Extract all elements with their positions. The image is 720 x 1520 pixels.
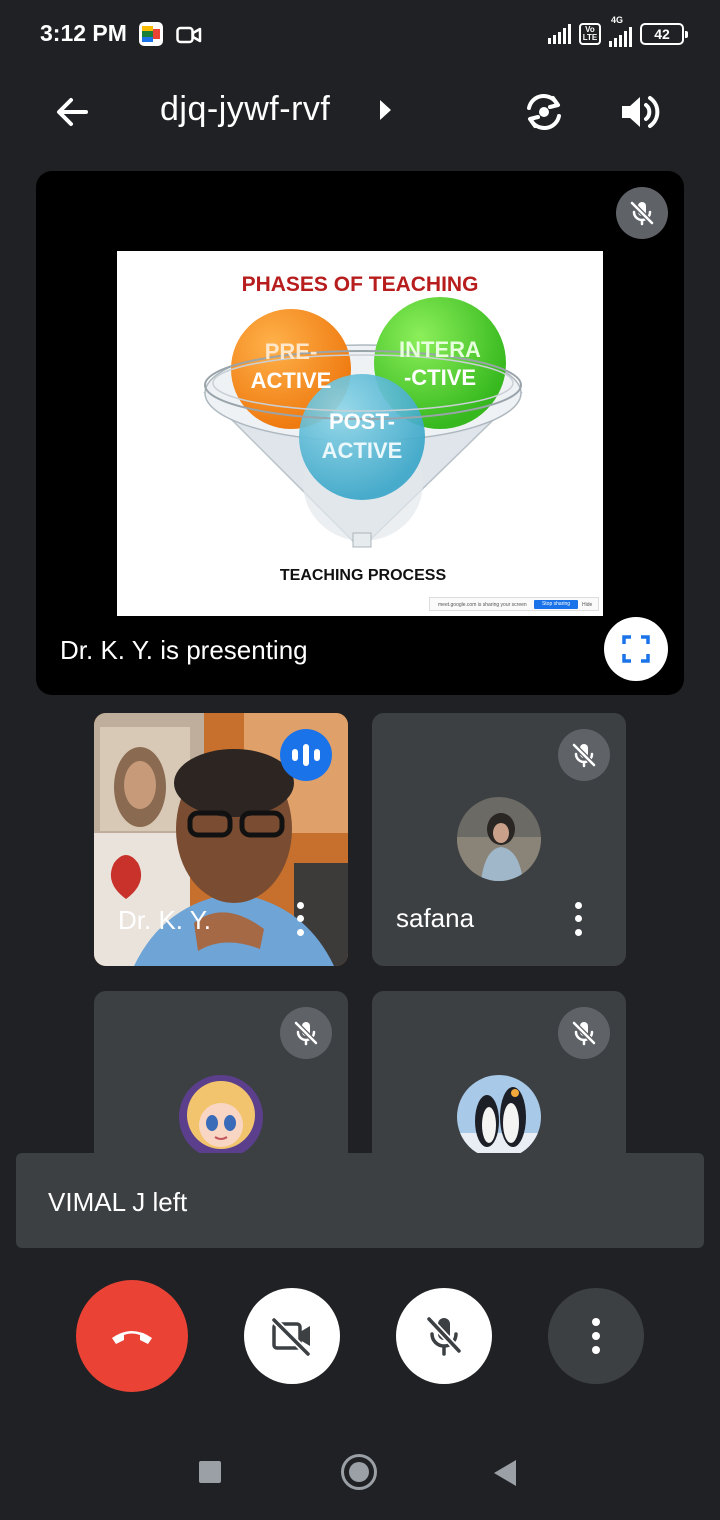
slide-caption: TEACHING PROCESS [279, 567, 447, 584]
avatar [179, 1075, 263, 1159]
participant-tile[interactable]: Dr. K. Y. [94, 713, 348, 966]
participant-muted-badge [280, 1007, 332, 1059]
mic-off-icon [294, 1021, 318, 1046]
notification-toast: VIMAL J left [16, 1153, 704, 1248]
participant-muted-badge [558, 1007, 610, 1059]
switch-camera-icon[interactable] [520, 88, 568, 136]
camera-off-icon [271, 1317, 311, 1356]
participant-menu-button[interactable] [566, 899, 590, 939]
system-back-button[interactable] [494, 1460, 516, 1486]
participant-name: Dr. K. Y. [118, 905, 211, 935]
hide-share-bar-button: Hide [582, 602, 593, 608]
meet-app-icon [139, 22, 163, 46]
hang-up-icon [112, 1331, 152, 1344]
speaker-icon[interactable] [616, 88, 664, 136]
status-time: 3:12 PM [40, 20, 127, 46]
system-nav-bar [0, 1420, 720, 1520]
back-arrow-icon[interactable] [50, 90, 94, 134]
circle-post-label-2: ACTIVE [322, 438, 403, 463]
fullscreen-button[interactable] [604, 617, 668, 681]
share-bar-text: meet.google.com is sharing your screen [438, 602, 527, 608]
participant-name: safana [396, 903, 475, 933]
mic-off-icon [572, 743, 596, 768]
presentation-tile[interactable]: PHASES OF TEACHING PRE- ACTIVE INTERA -C… [36, 171, 684, 695]
participant-tile[interactable]: safana [372, 713, 626, 966]
participant-muted-badge [558, 729, 610, 781]
more-dot [592, 1318, 600, 1326]
signal-4g-icon: 4G [609, 15, 632, 47]
more-options-button[interactable] [548, 1288, 644, 1384]
presenter-muted-badge [616, 187, 668, 239]
mic-off-icon [572, 1021, 596, 1046]
speaking-indicator-icon [280, 729, 332, 781]
mic-toggle-button[interactable] [396, 1288, 492, 1384]
end-call-button[interactable] [76, 1280, 188, 1392]
network-type: 4G [611, 15, 624, 25]
meeting-code[interactable]: djq-jywf-rvf [160, 90, 330, 129]
more-dot [592, 1346, 600, 1354]
mic-off-icon [630, 201, 654, 226]
video-camera-icon [176, 26, 202, 44]
circle-inter-label-1: INTERA [399, 337, 481, 362]
circle-inter-label-2: -CTIVE [404, 365, 476, 390]
shared-slide: PHASES OF TEACHING PRE- ACTIVE INTERA -C… [117, 251, 603, 616]
avatar [457, 797, 541, 881]
home-button[interactable] [341, 1454, 377, 1490]
volte-icon: Vo LTE [579, 23, 601, 45]
circle-post-label-1: POST- [329, 409, 395, 434]
stop-sharing-button: Stop sharing [534, 600, 578, 609]
circle-pre-label-2: ACTIVE [251, 368, 332, 393]
signal-strength-icon [548, 24, 571, 44]
avatar [457, 1075, 541, 1159]
caret-right-icon[interactable] [380, 100, 391, 120]
participant-menu-button[interactable] [288, 899, 312, 939]
circle-pre-label-1: PRE- [265, 339, 318, 364]
camera-toggle-button[interactable] [244, 1288, 340, 1384]
meeting-header: djq-jywf-rvf [0, 70, 720, 154]
status-bar: 3:12 PM Vo LTE 4G 42 [0, 0, 720, 68]
toast-message: VIMAL J left [48, 1187, 188, 1217]
funnel-diagram: PRE- ACTIVE INTERA -CTIVE POST- ACTIVE [203, 297, 523, 548]
mic-off-icon [426, 1316, 462, 1356]
screen-share-bar: meet.google.com is sharing your screen S… [429, 597, 599, 611]
presenting-label: Dr. K. Y. is presenting [60, 635, 308, 665]
fullscreen-icon [622, 635, 650, 663]
more-dot [592, 1332, 600, 1340]
battery-icon: 42 [640, 23, 688, 45]
recents-button[interactable] [199, 1461, 221, 1483]
